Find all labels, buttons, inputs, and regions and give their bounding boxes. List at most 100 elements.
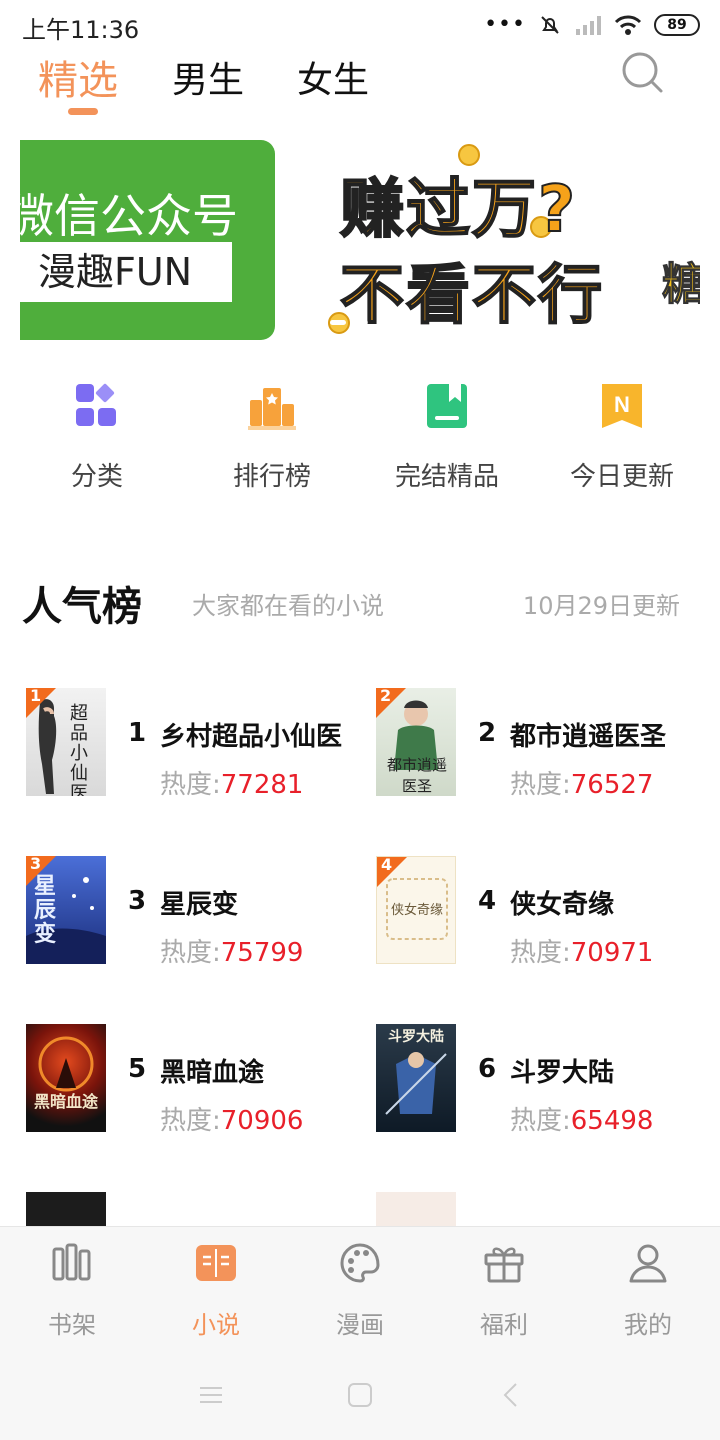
tab-featured[interactable]: 精选 xyxy=(38,48,118,106)
book-cover: 斗罗大陆 xyxy=(376,1024,456,1132)
book-item[interactable]: 斗罗大陆 6 斗罗大陆 热度:65498 xyxy=(376,1024,716,1137)
tab-female[interactable]: 女生 xyxy=(297,51,369,103)
back-icon[interactable] xyxy=(496,1380,526,1410)
status-time: 上午11:36 xyxy=(22,16,140,44)
system-nav-bar xyxy=(0,1356,720,1440)
rank-badge-number: 1 xyxy=(30,688,42,705)
banner-promo-tag: 糖 xyxy=(662,259,701,311)
status-bar: 上午11:36 ••• 89 xyxy=(0,0,720,50)
palette-icon xyxy=(340,1243,380,1283)
nav-comics[interactable]: 漫画 xyxy=(288,1241,432,1340)
category-icon xyxy=(76,383,116,426)
shortcut-label: 今日更新 xyxy=(569,462,674,492)
banner-wechat-slide[interactable]: 微信公众号 漫趣FUN xyxy=(20,140,275,340)
rank-number: 4 xyxy=(478,886,497,916)
nav-label: 福利 xyxy=(480,1311,528,1339)
nav-label: 小说 xyxy=(192,1311,240,1339)
home-icon[interactable] xyxy=(345,1380,375,1410)
book-title[interactable]: 星辰变 xyxy=(160,884,238,921)
banner-promo-line2: 不看不行 xyxy=(339,258,604,334)
heat-line: 热度:76527 xyxy=(510,764,653,801)
rank-number: 2 xyxy=(478,718,497,748)
heat-line: 热度:70906 xyxy=(160,1100,303,1137)
cover-title: 黑暗血途 xyxy=(33,1092,98,1111)
heat-value: 77281 xyxy=(220,770,304,800)
search-icon[interactable] xyxy=(620,50,664,94)
shortcut-ranking[interactable]: 排行榜 xyxy=(192,380,352,493)
book-title[interactable]: 乡村超品小仙医 xyxy=(160,716,342,753)
rank-badge-number: 3 xyxy=(30,856,42,873)
book-cover-partial[interactable] xyxy=(376,1192,456,1226)
book-title[interactable]: 都市逍遥医圣 xyxy=(510,716,666,753)
book-item[interactable]: 侠女奇缘 4 4 侠女奇缘 热度:70971 xyxy=(376,856,716,969)
nav-welfare[interactable]: 福利 xyxy=(432,1241,576,1340)
category-shortcuts: 分类 排行榜 完结精品 N 今日更新 xyxy=(0,380,720,500)
heat-label: 热度: xyxy=(510,770,571,800)
status-icons: ••• 89 xyxy=(484,12,700,37)
nav-bookshelf[interactable]: 书架 xyxy=(0,1241,144,1340)
heat-value: 76527 xyxy=(570,770,654,800)
shortcut-category[interactable]: 分类 xyxy=(17,380,177,493)
heat-line: 热度:70971 xyxy=(510,932,653,969)
signal-icon xyxy=(576,15,601,35)
cover-title: 都市逍遥医圣 xyxy=(386,756,447,795)
heat-value: 70906 xyxy=(220,1106,304,1136)
book-cover: 超品小仙医 1 xyxy=(26,688,106,796)
book-cover: 侠女奇缘 4 xyxy=(376,856,456,964)
menu-icon[interactable] xyxy=(196,1380,226,1410)
book-item[interactable]: 都市逍遥医圣 2 2 都市逍遥医圣 热度:76527 xyxy=(376,688,716,801)
heat-label: 热度: xyxy=(160,1106,221,1136)
cover-title: 斗罗大陆 xyxy=(388,1029,444,1045)
more-dots-icon: ••• xyxy=(484,12,526,37)
shortcut-label: 排行榜 xyxy=(232,462,311,492)
book-title[interactable]: 黑暗血途 xyxy=(160,1052,264,1089)
heat-label: 热度: xyxy=(510,1106,571,1136)
heat-label: 热度: xyxy=(160,770,221,800)
heat-value: 75799 xyxy=(220,938,304,968)
heat-line: 热度:75799 xyxy=(160,932,303,969)
shortcut-label: 分类 xyxy=(70,462,123,492)
book-title[interactable]: 斗罗大陆 xyxy=(510,1052,614,1089)
rank-number: 1 xyxy=(128,718,147,748)
cover-title: 侠女奇缘 xyxy=(390,903,443,918)
rank-badge-number: 2 xyxy=(380,688,392,705)
nav-novel[interactable]: 小说 xyxy=(144,1241,288,1340)
new-badge-icon: N xyxy=(602,384,642,428)
tab-indicator xyxy=(68,108,98,115)
bookmark-book-icon xyxy=(427,384,467,428)
banner-promo-slide[interactable]: 赚过万? 不看不行 糖 xyxy=(310,140,700,340)
banner-promo-line1: 赚过万? xyxy=(339,172,578,248)
section-update-date: 10月29日更新 xyxy=(522,592,680,620)
mute-bell-icon xyxy=(541,15,559,34)
shortcut-today-update[interactable]: N 今日更新 xyxy=(542,380,702,493)
heat-label: 热度: xyxy=(510,938,571,968)
book-title[interactable]: 侠女奇缘 xyxy=(510,884,614,921)
book-cover-partial[interactable] xyxy=(26,1192,106,1226)
promo-banner[interactable]: 微信公众号 漫趣FUN 赚过万? 不看不行 糖 xyxy=(20,140,700,340)
rank-number: 5 xyxy=(128,1054,147,1084)
gift-icon xyxy=(484,1247,524,1283)
top-tabs: 精选 男生 女生 xyxy=(0,48,720,118)
cover-title: 超品小仙医 xyxy=(70,703,88,797)
banner-fun-text: 漫趣FUN xyxy=(20,242,232,302)
book-item[interactable]: 超品小仙医 1 1 乡村超品小仙医 热度:77281 xyxy=(26,688,366,801)
heat-line: 热度:65498 xyxy=(510,1100,653,1137)
tab-male[interactable]: 男生 xyxy=(172,51,244,103)
popular-section-header: 人气榜 大家都在看的小说 10月29日更新 xyxy=(0,570,720,630)
bookshelf-icon xyxy=(52,1243,91,1281)
heat-line: 热度:77281 xyxy=(160,764,303,801)
podium-icon xyxy=(248,388,296,430)
shortcut-completed[interactable]: 完结精品 xyxy=(367,380,527,493)
heat-label: 热度: xyxy=(160,938,221,968)
nav-profile[interactable]: 我的 xyxy=(576,1241,720,1340)
bottom-nav: 书架 小说 漫画 福利 我的 xyxy=(0,1226,720,1356)
wifi-icon xyxy=(614,15,642,35)
carousel-dots xyxy=(330,320,368,325)
battery-indicator: 89 xyxy=(654,13,700,36)
heat-value: 70971 xyxy=(570,938,654,968)
book-cover: 黑暗血途 xyxy=(26,1024,106,1132)
heat-value: 65498 xyxy=(570,1106,654,1136)
book-item[interactable]: 星辰变 3 3 星辰变 热度:75799 xyxy=(26,856,366,969)
book-item[interactable]: 黑暗血途 5 黑暗血途 热度:70906 xyxy=(26,1024,366,1137)
rank-number: 6 xyxy=(478,1054,497,1084)
